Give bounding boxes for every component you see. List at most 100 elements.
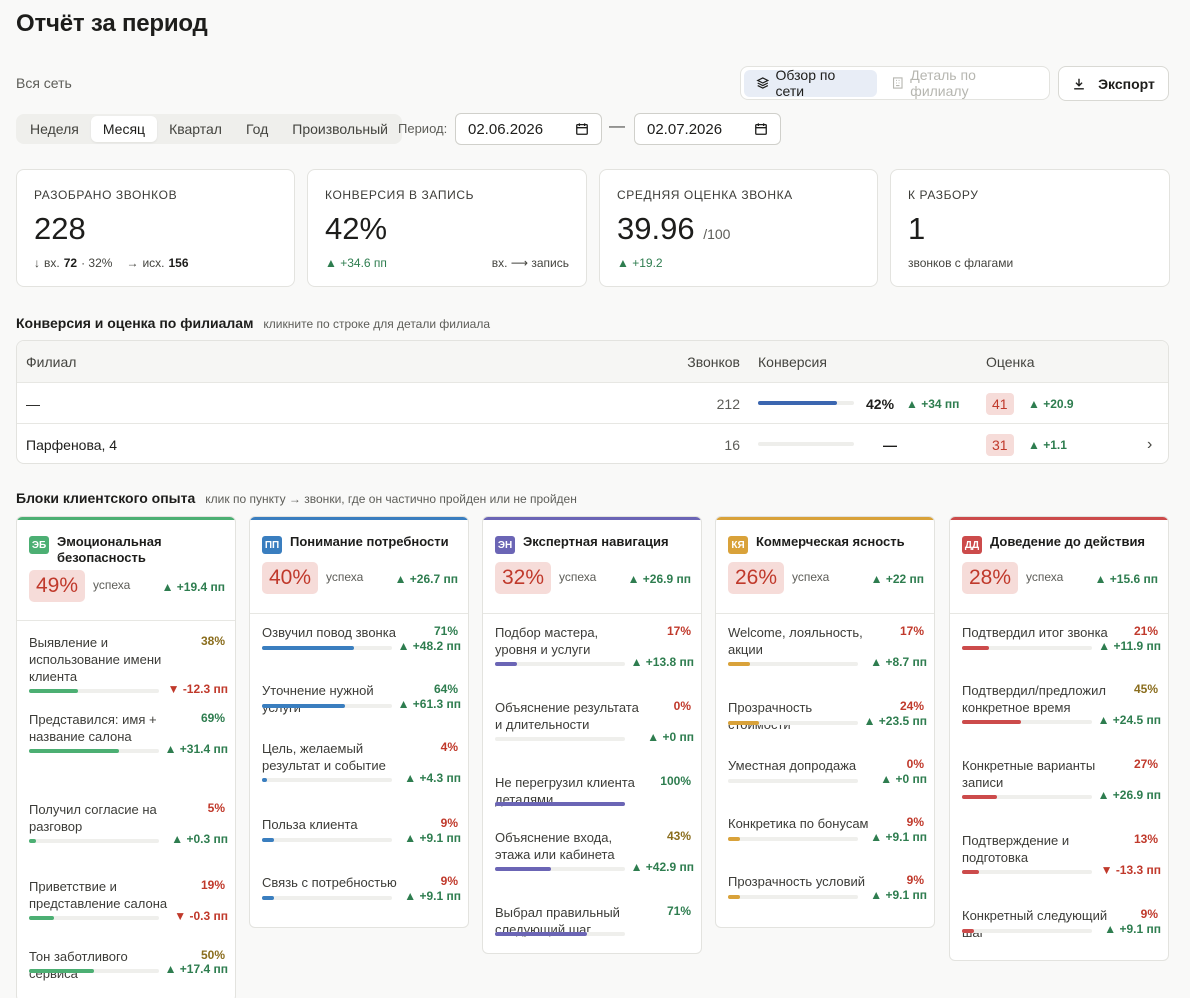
- triangle-up-icon: ▲: [404, 831, 417, 845]
- block-item[interactable]: Уточнение нужной услуги64%▲ +61.3 пп: [262, 682, 461, 724]
- block-item[interactable]: Подбор мастера, уровня и услуги 17% ▲ +13.…: [495, 624, 694, 682]
- block-item-delta: ▲ +48.2 пп: [398, 639, 461, 653]
- block-item[interactable]: Цель, желаемый результат и событие 4% ▲ +4…: [262, 740, 461, 798]
- block-item[interactable]: Прозрачность стоимости24%▲ +23.5 пп: [728, 699, 927, 741]
- block-item-bar-fill: [495, 662, 518, 666]
- kpi-calls-value: 228: [34, 211, 86, 246]
- date-range-dash: —: [609, 118, 625, 135]
- block-item[interactable]: Не перегрузил клиента деталями 100%: [495, 774, 691, 822]
- kpi-review-card[interactable]: К разбору 1 звонков с флагами: [890, 169, 1170, 287]
- date-to-input[interactable]: 02.07.2026: [634, 113, 781, 145]
- block-item[interactable]: Уместная допродажа 0% ▲ +0 пп: [728, 757, 927, 799]
- conversion-bar: [758, 401, 854, 405]
- block-item[interactable]: Выявление и использование имени клиента 3…: [29, 634, 228, 709]
- block-item[interactable]: Welcome, лояльность, акции 17% ▲ +8.7 пп: [728, 624, 927, 682]
- block-item-label: Представился: имя + название салона: [29, 712, 157, 744]
- branch-detail-button[interactable]: Деталь по филиалу: [879, 67, 1046, 99]
- kpi-conversion-note: вх. ⟶ запись: [491, 256, 569, 270]
- block-item-label: Конкретный следующий шаг: [962, 908, 1108, 940]
- block-delta-value: +26.9 пп: [642, 572, 691, 586]
- kpi-review-sub: звонков с флагами: [908, 256, 1152, 270]
- kpi-score-label: Средняя оценка звонка: [617, 188, 793, 202]
- kpi-review-label: К разбору: [908, 188, 979, 202]
- block-item[interactable]: Конкретный следующий шаг9%▲ +9.1 пп: [962, 907, 1161, 949]
- kpi-calls-out-value: 156: [168, 256, 189, 270]
- block-item[interactable]: Подтверждение и подготовка 13% ▼ -13.3 пп: [962, 832, 1161, 890]
- kpi-calls-out-label: исх.: [142, 256, 165, 270]
- block-item-bar-fill: [262, 896, 274, 900]
- export-label: Экспорт: [1098, 75, 1155, 92]
- block-item-pct: 4%: [440, 740, 458, 754]
- block-item-label: Welcome, лояльность, акции: [728, 625, 863, 657]
- date-from-input[interactable]: 02.06.2026: [455, 113, 602, 145]
- page-title: Отчёт за период: [16, 10, 208, 37]
- block-item-label: Подтверждение и подготовка: [962, 833, 1070, 865]
- block-item-pct: 24%: [899, 699, 924, 713]
- block-item-delta: ▲ +0 пп: [880, 772, 927, 786]
- block-item[interactable]: Представился: имя + название салона 69% ▲ …: [29, 711, 228, 769]
- block-item-delta-value: -13.3 пп: [1115, 863, 1161, 877]
- block-item[interactable]: Получил согласие на разговор 5% ▲ +0.3 пп: [29, 801, 228, 859]
- block-item-label: Приветствие и представление салона: [29, 879, 168, 911]
- block-item-label: Озвучил повод звонка: [262, 625, 396, 640]
- triangle-up-icon: ▲: [161, 580, 174, 594]
- kpi-conversion-delta: +34.6 пп: [340, 256, 387, 270]
- block-item[interactable]: Выбрал правильный следующий шаг 71%: [495, 904, 691, 952]
- block-item-label: Объяснение результата и длительности: [495, 700, 639, 732]
- period-label: Период:: [398, 121, 448, 136]
- triangle-down-icon: ▼: [167, 682, 180, 696]
- block-item-delta: ▲ +42.9 пп: [631, 860, 694, 874]
- block-item[interactable]: Приветствие и представление салона 19% ▼ -…: [29, 878, 228, 936]
- period-tab-quarter[interactable]: Квартал: [157, 116, 234, 142]
- block-item-label: Подбор мастера, уровня и услуги: [495, 625, 599, 657]
- kpi-review-note: звонков с флагами: [908, 256, 1014, 270]
- block-item-delta: ▲ +11.9 пп: [1098, 639, 1161, 653]
- block-item[interactable]: Подтвердил итог звонка 21% ▲ +11.9 пп: [962, 624, 1161, 666]
- block-item[interactable]: Конкретные варианты записи 27% ▲ +26.9 пп: [962, 757, 1161, 815]
- kpi-score-delta: +19.2: [632, 256, 663, 270]
- period-tab-custom[interactable]: Произвольный: [280, 116, 400, 142]
- block-item[interactable]: Объяснение результата и длительности 0% ▲ …: [495, 699, 694, 757]
- block-item-delta-value: +24.5 пп: [1112, 713, 1161, 727]
- block-item-bar-fill: [29, 839, 36, 843]
- block-item[interactable]: Конкретика по бонусам 9% ▲ +9.1 пп: [728, 815, 927, 857]
- kpi-score-unit: /100: [703, 226, 731, 242]
- layers-icon: [756, 77, 770, 89]
- block-item-delta-value: +8.7 пп: [885, 655, 927, 669]
- chevron-right-icon[interactable]: ›: [1147, 424, 1152, 463]
- calendar-icon[interactable]: [575, 122, 589, 136]
- export-button[interactable]: Экспорт: [1058, 66, 1169, 101]
- block-badge: ПП: [262, 536, 282, 554]
- block-item-label: Подтвердил/предложил конкретное время: [962, 683, 1106, 715]
- branch-score-delta: +20.9: [1043, 396, 1074, 411]
- period-tab-month[interactable]: Месяц: [90, 116, 158, 142]
- block-item[interactable]: Связь с потребностью 9% ▲ +9.1 пп: [262, 874, 461, 916]
- block-item-bar-fill: [962, 929, 974, 933]
- block-item-delta: ▲ +24.5 пп: [1098, 713, 1161, 727]
- branch-conversion-delta-wrap: ▲ +34 пп: [906, 383, 959, 424]
- table-row[interactable]: Парфенова, 4 16 — 31 ▲ +1.1 ›: [17, 423, 1168, 463]
- triangle-up-icon: ▲: [870, 572, 883, 586]
- block-badge: ЭБ: [29, 536, 49, 554]
- block-item-delta-value: +0 пп: [662, 730, 694, 744]
- calendar-icon[interactable]: [754, 122, 768, 136]
- block-item[interactable]: Прозрачность условий 9% ▲ +9.1 пп: [728, 873, 927, 915]
- block-item[interactable]: Озвучил повод звонка 71% ▲ +48.2 пп: [262, 624, 461, 666]
- block-item-delta: ▲ +23.5 пп: [864, 714, 927, 728]
- triangle-up-icon: ▲: [870, 655, 883, 669]
- block-item-bar: [262, 896, 392, 900]
- block-item-bar-fill: [29, 689, 79, 693]
- period-tab-year[interactable]: Год: [234, 116, 280, 142]
- block-item[interactable]: Подтвердил/предложил конкретное время 45%…: [962, 682, 1161, 740]
- table-row[interactable]: — 212 42% ▲ +34 пп 41 ▲ +20.9: [17, 382, 1168, 423]
- block-item[interactable]: Польза клиента 9% ▲ +9.1 пп: [262, 816, 461, 858]
- block-item-pct: 9%: [1140, 907, 1158, 921]
- period-tab-week[interactable]: Неделя: [18, 116, 91, 142]
- triangle-up-icon: ▲: [630, 860, 643, 874]
- network-overview-button[interactable]: Обзор по сети: [744, 67, 877, 99]
- conversion-bar: [758, 442, 854, 446]
- block-item-delta: ▲ +9.1 пп: [870, 888, 927, 902]
- block-item-delta: ▲ +26.9 пп: [1098, 788, 1161, 802]
- block-item[interactable]: Тон заботливого сервиса 50% ▲ +17.4 пп: [29, 948, 228, 989]
- block-item[interactable]: Объяснение входа, этажа или кабинета 43% ▲…: [495, 829, 694, 887]
